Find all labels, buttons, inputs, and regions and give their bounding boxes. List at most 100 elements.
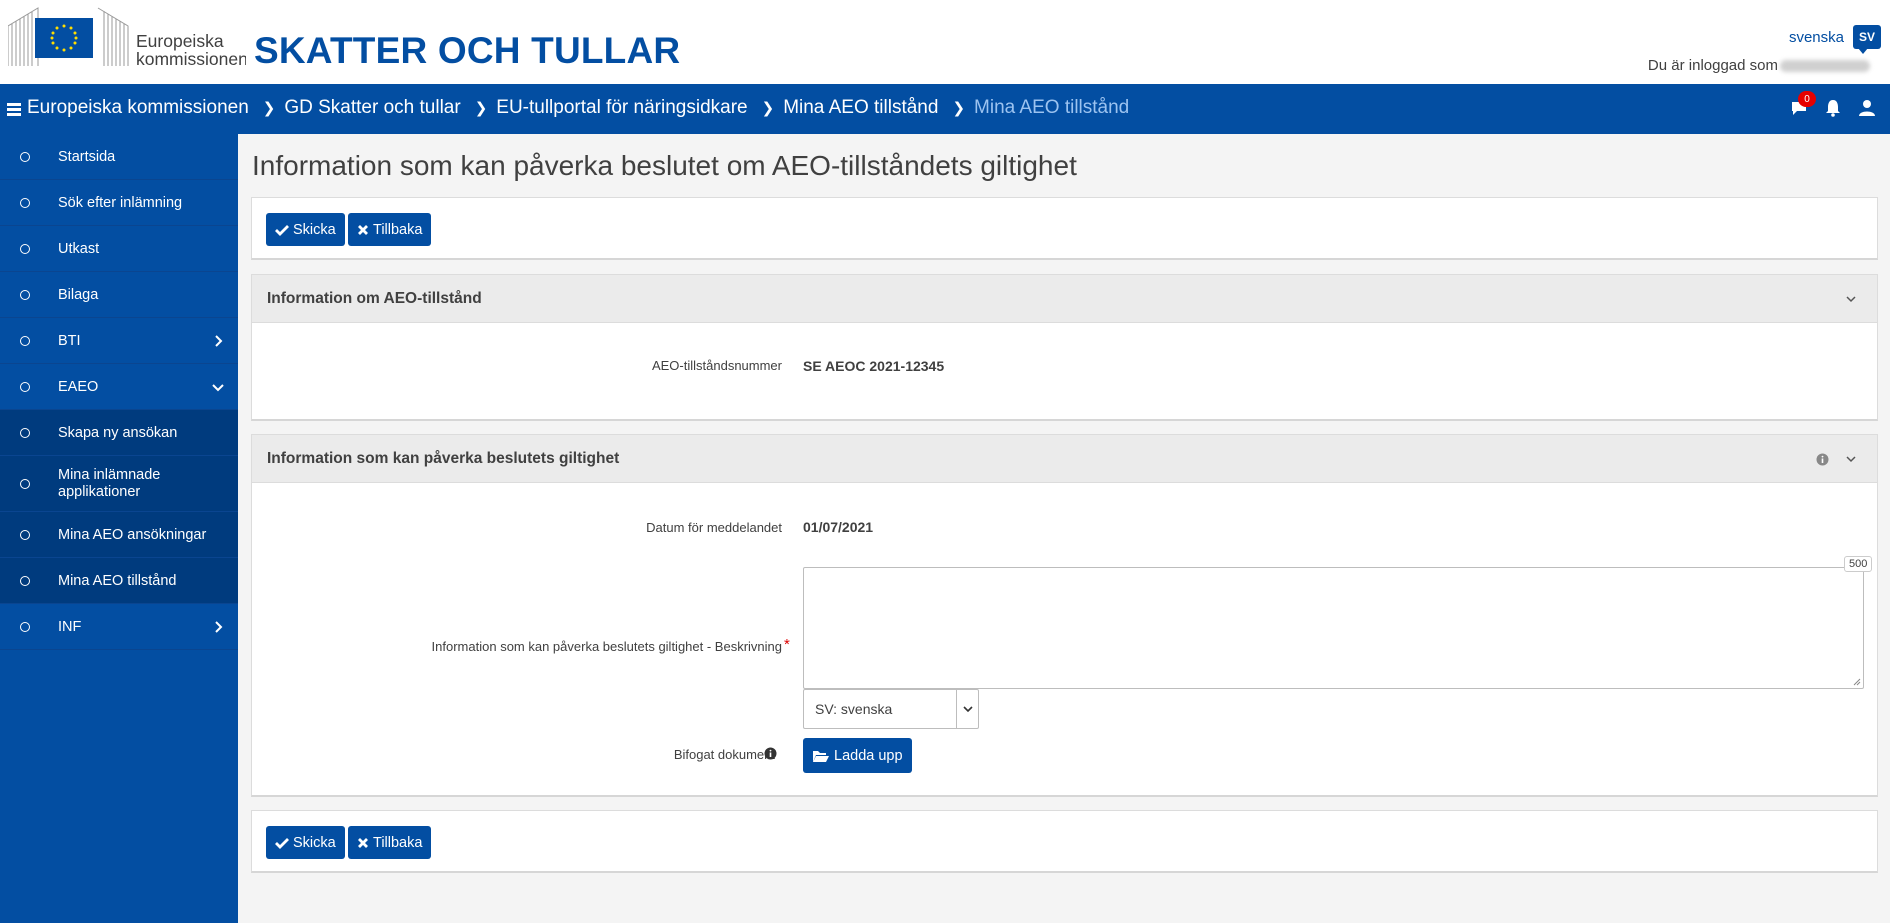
section-title: Information som kan påverka beslutets gi… — [267, 449, 620, 467]
sidebar-item-label: INF — [58, 618, 82, 635]
breadcrumb: Europeiska kommissionen ❯ GD Skatter och… — [27, 97, 1129, 119]
close-icon — [358, 224, 368, 235]
sidebar-item-attachment[interactable]: Bilaga — [0, 272, 238, 318]
circle-bullet-icon — [20, 575, 30, 586]
section-header[interactable]: Information som kan påverka beslutets gi… — [252, 435, 1877, 483]
circle-bullet-icon — [20, 529, 30, 540]
upload-button[interactable]: Ladda upp — [803, 738, 912, 773]
circle-bullet-icon — [20, 427, 30, 438]
sidebar-item-search[interactable]: Sök efter inlämning — [0, 180, 238, 226]
circle-bullet-icon — [20, 381, 30, 392]
sidebar-item-submitted-applications[interactable]: Mina inlämnade applikationer — [0, 456, 238, 512]
sidebar-item-label: Sök efter inlämning — [58, 194, 183, 211]
attachment-label: Bifogat dokument — [673, 747, 775, 762]
language-select-value: SV: svenska — [815, 701, 893, 717]
close-icon — [358, 837, 368, 848]
hamburger-menu-icon[interactable] — [7, 103, 21, 116]
site-title: SKATTER OCH TULLAR — [254, 30, 681, 71]
sidebar-item-startsida[interactable]: Startsida — [0, 134, 238, 180]
breadcrumb-current: Mina AEO tillstånd — [974, 97, 1130, 118]
submit-button[interactable]: Skicka — [266, 213, 345, 246]
upload-button-label: Ladda upp — [834, 747, 903, 764]
circle-bullet-icon — [20, 197, 30, 208]
auth-number-label: AEO-tillståndsnummer — [651, 358, 782, 373]
bell-icon[interactable] — [1824, 99, 1842, 117]
chevron-down-icon[interactable] — [1845, 453, 1857, 465]
back-button-label: Tillbaka — [373, 834, 423, 851]
description-textarea[interactable] — [803, 567, 1864, 689]
sidebar-item-label: Mina AEO ansökningar — [58, 526, 207, 543]
chevron-right-icon: ❯ — [474, 100, 488, 117]
bottom-action-card: Skicka Tillbaka — [251, 810, 1878, 873]
sidebar-item-bti[interactable]: BTI — [0, 318, 238, 364]
sidebar-item-label: Mina inlämnade applikationer — [58, 466, 161, 500]
chevron-down-icon[interactable] — [1845, 293, 1857, 305]
language-badge[interactable]: SV — [1853, 25, 1881, 54]
top-header: Europeiska kommissionen SKATTER OCH TULL… — [0, 0, 1890, 84]
chevron-down-icon[interactable] — [956, 690, 978, 728]
sidebar-item-inf[interactable]: INF — [0, 604, 238, 650]
circle-bullet-icon — [20, 478, 30, 489]
sidebar-item-eaeo[interactable]: EAEO — [0, 364, 238, 410]
ec-logo[interactable]: Europeiska kommissionen — [8, 6, 246, 68]
aeo-authorisation-section: Information om AEO-tillstånd AEO-tillstå… — [251, 274, 1878, 421]
circle-bullet-icon — [20, 151, 30, 162]
submit-button[interactable]: Skicka — [266, 826, 345, 859]
breadcrumb-item[interactable]: Europeiska kommissionen — [27, 97, 249, 119]
language-select[interactable]: SV: svenska — [803, 689, 979, 729]
logo-text: Europeiska kommissionen — [136, 32, 246, 68]
sidebar-item-drafts[interactable]: Utkast — [0, 226, 238, 272]
chevron-right-icon: ❯ — [761, 100, 775, 117]
circle-bullet-icon — [20, 289, 30, 300]
auth-number-value: SE AEOC 2021-12345 — [803, 358, 945, 374]
required-marker: * — [784, 636, 790, 653]
page-title: Information som kan påverka beslutet om … — [252, 150, 1077, 181]
chevron-right-icon: ❯ — [952, 100, 966, 117]
sidebar-item-aeo-authorisations[interactable]: Mina AEO tillstånd — [0, 558, 238, 604]
char-limit-badge: 500 — [1844, 556, 1873, 572]
info-icon[interactable] — [1816, 453, 1829, 466]
chevron-right-icon — [215, 334, 223, 347]
back-button[interactable]: Tillbaka — [348, 213, 432, 246]
sidebar-item-aeo-applications[interactable]: Mina AEO ansökningar — [0, 512, 238, 558]
sidebar-item-label: Skapa ny ansökan — [58, 424, 178, 441]
breadcrumb-item[interactable]: Mina AEO tillstånd — [783, 97, 938, 119]
language-link[interactable]: svenska — [1789, 29, 1844, 46]
sidebar-item-label: EAEO — [58, 378, 99, 395]
top-action-card: Skicka Tillbaka — [251, 197, 1878, 260]
info-icon[interactable] — [764, 747, 777, 760]
circle-bullet-icon — [20, 243, 30, 254]
validity-information-section: Information som kan påverka beslutets gi… — [251, 434, 1878, 797]
blurred-username — [1780, 60, 1870, 73]
eu-flag-icon — [8, 7, 129, 66]
messages-icon[interactable]: 0 — [1790, 91, 1816, 117]
sidebar-item-new-application[interactable]: Skapa ny ansökan — [0, 410, 238, 456]
check-icon — [275, 837, 289, 849]
submit-button-label: Skicka — [293, 834, 336, 851]
check-icon — [275, 224, 289, 236]
chevron-down-icon — [212, 383, 224, 391]
date-value: 01/07/2021 — [803, 519, 874, 535]
sidebar: Startsida Sök efter inlämning Utkast Bil… — [0, 134, 238, 923]
back-button-label: Tillbaka — [373, 221, 423, 238]
navbar: Europeiska kommissionen ❯ GD Skatter och… — [0, 84, 1890, 134]
description-label-text: Information som kan påverka beslutets gi… — [431, 639, 782, 654]
sidebar-item-label: BTI — [58, 332, 81, 349]
breadcrumb-item[interactable]: GD Skatter och tullar — [284, 97, 460, 119]
sidebar-item-label: Mina AEO tillstånd — [58, 572, 177, 589]
breadcrumb-item[interactable]: EU-tullportal för näringsidkare — [496, 97, 747, 119]
chevron-right-icon: ❯ — [262, 100, 276, 117]
navbar-icons: 0 — [1790, 91, 1876, 117]
circle-bullet-icon — [20, 621, 30, 632]
notification-count-badge: 0 — [1798, 91, 1816, 107]
user-icon[interactable] — [1858, 99, 1876, 117]
section-title: Information om AEO-tillstånd — [267, 289, 482, 307]
sidebar-item-label: Bilaga — [58, 286, 99, 303]
back-button[interactable]: Tillbaka — [348, 826, 432, 859]
submit-button-label: Skicka — [293, 221, 336, 238]
folder-open-icon — [813, 750, 829, 762]
section-header[interactable]: Information om AEO-tillstånd — [252, 275, 1877, 323]
date-label: Datum för meddelandet — [646, 520, 782, 535]
resize-handle-icon[interactable] — [1853, 678, 1861, 686]
sidebar-item-label: Utkast — [58, 240, 100, 257]
